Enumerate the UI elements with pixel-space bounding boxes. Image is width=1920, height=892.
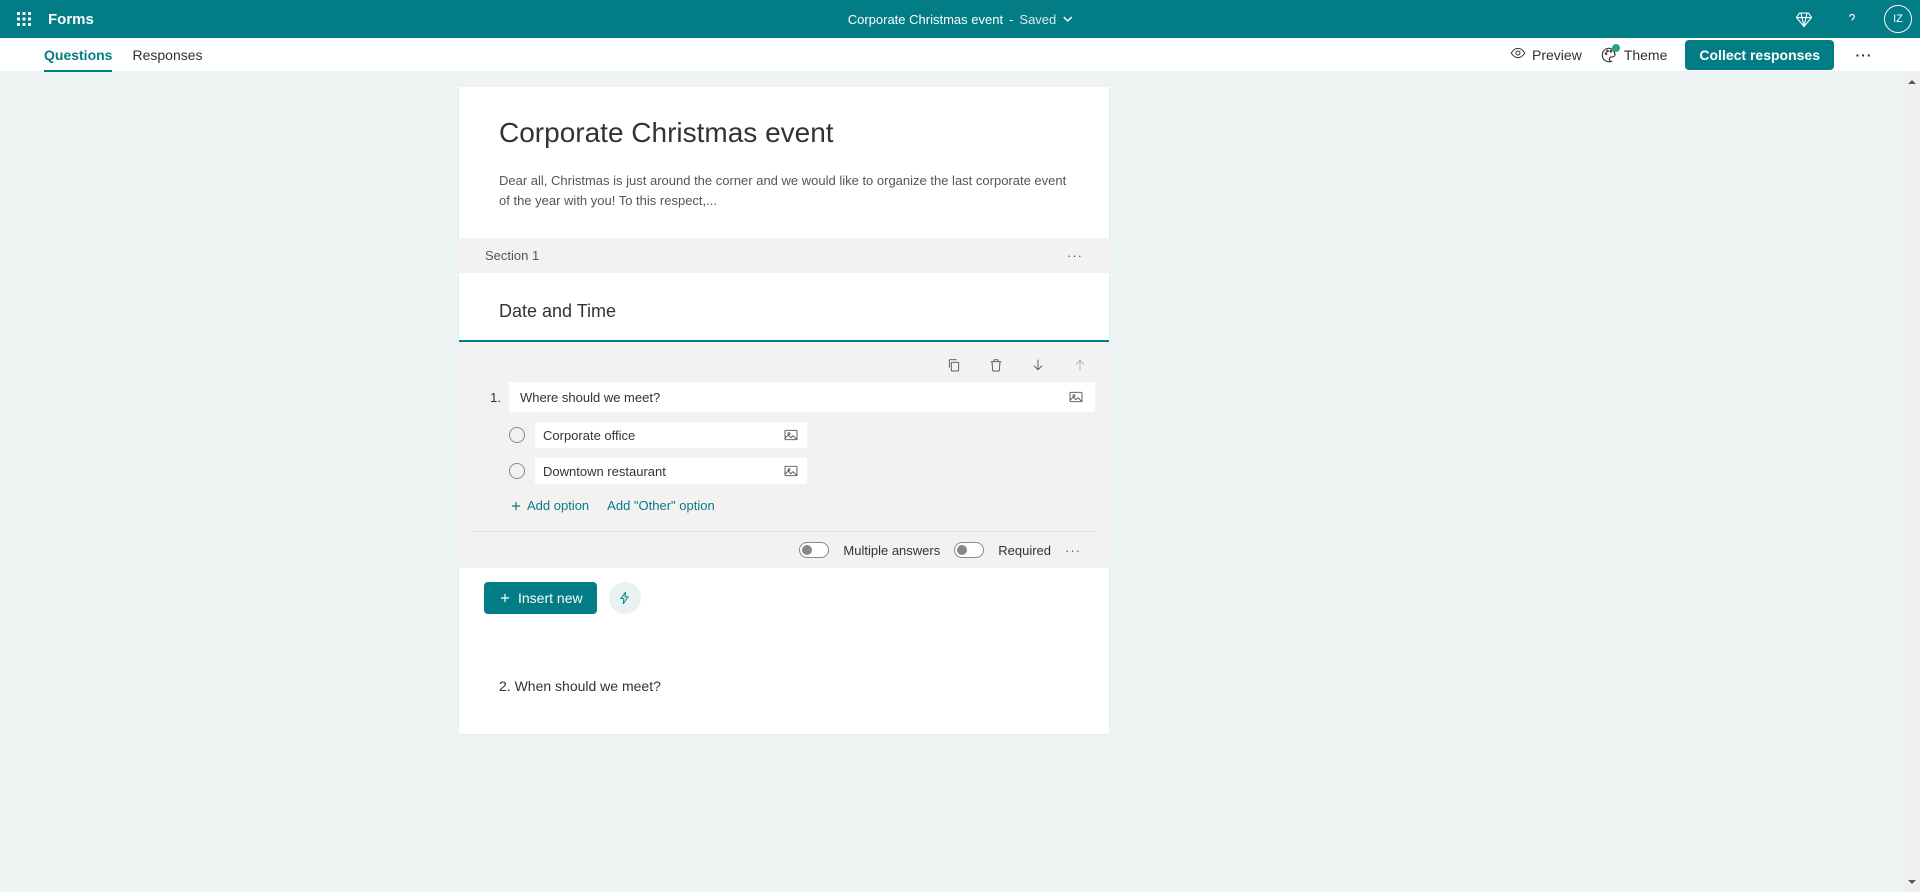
option-row-1: Corporate office — [473, 422, 1095, 458]
option-text: Downtown restaurant — [543, 464, 666, 479]
title-separator: - — [1009, 12, 1013, 27]
option-input-1[interactable]: Corporate office — [535, 422, 807, 448]
multiple-answers-label: Multiple answers — [843, 543, 940, 558]
copy-question-icon[interactable] — [943, 354, 965, 376]
question-number: 1. — [483, 390, 501, 405]
option-row-2: Downtown restaurant — [473, 458, 1095, 494]
app-header: Forms Corporate Christmas event - Saved … — [0, 0, 1920, 38]
theme-label: Theme — [1624, 47, 1668, 63]
required-toggle[interactable] — [954, 542, 984, 558]
option-input-2[interactable]: Downtown restaurant — [535, 458, 807, 484]
chevron-down-icon[interactable] — [1062, 14, 1072, 24]
help-icon[interactable] — [1836, 3, 1868, 35]
section-more-icon[interactable]: ··· — [1067, 248, 1083, 263]
section-header-label: Section 1 — [485, 248, 539, 263]
option-media-icon[interactable] — [783, 427, 799, 443]
delete-question-icon[interactable] — [985, 354, 1007, 376]
save-status: Saved — [1019, 12, 1056, 27]
add-option-button[interactable]: Add option — [509, 498, 589, 513]
radio-icon — [509, 427, 525, 443]
vertical-scrollbar[interactable] — [1903, 71, 1920, 892]
question-more-icon[interactable]: ··· — [1065, 543, 1081, 558]
section-header-bar[interactable]: Section 1 ··· — [459, 238, 1109, 273]
form-title: Corporate Christmas event — [499, 117, 1069, 149]
tab-responses[interactable]: Responses — [132, 38, 202, 71]
move-down-icon[interactable] — [1027, 354, 1049, 376]
question-text-row: 1. Where should we meet? — [473, 382, 1095, 422]
add-option-label: Add option — [527, 498, 589, 513]
form-description: Dear all, Christmas is just around the c… — [499, 171, 1069, 210]
eye-icon — [1510, 45, 1526, 64]
more-commands-icon[interactable]: ··· — [1852, 47, 1876, 63]
section-title: Date and Time — [499, 301, 1069, 322]
form-card: Corporate Christmas event Dear all, Chri… — [459, 87, 1109, 734]
app-name[interactable]: Forms — [48, 11, 94, 28]
scroll-down-icon[interactable] — [1903, 873, 1920, 890]
suggestions-icon[interactable] — [609, 582, 641, 614]
question-text-input[interactable]: Where should we meet? — [509, 382, 1095, 412]
form-header-block[interactable]: Corporate Christmas event Dear all, Chri… — [459, 87, 1109, 238]
main-tabs: Questions Responses — [44, 38, 203, 71]
question-footer: Multiple answers Required ··· — [473, 531, 1095, 568]
add-option-row: Add option Add "Other" option — [473, 494, 1095, 531]
option-text: Corporate office — [543, 428, 635, 443]
tab-questions[interactable]: Questions — [44, 38, 112, 71]
section-title-row[interactable]: Date and Time — [459, 273, 1109, 340]
multiple-answers-toggle[interactable] — [799, 542, 829, 558]
account-avatar[interactable]: IZ — [1884, 5, 1912, 33]
form-canvas: Corporate Christmas event Dear all, Chri… — [0, 71, 1920, 892]
insert-new-button[interactable]: Insert new — [484, 582, 597, 614]
add-other-option-button[interactable]: Add "Other" option — [607, 498, 715, 513]
insert-media-icon[interactable] — [1068, 389, 1084, 405]
theme-button[interactable]: Theme — [1600, 46, 1668, 64]
premium-icon[interactable] — [1788, 3, 1820, 35]
move-up-icon — [1069, 354, 1091, 376]
insert-new-row: Insert new — [459, 568, 1109, 614]
command-bar-right: Preview Theme Collect responses ··· — [1510, 40, 1876, 70]
document-title-area[interactable]: Corporate Christmas event - Saved — [848, 12, 1073, 27]
option-media-icon[interactable] — [783, 463, 799, 479]
theme-icon — [1600, 46, 1618, 64]
question-text: Where should we meet? — [520, 390, 660, 405]
preview-label: Preview — [1532, 47, 1582, 63]
question-card-1: 1. Where should we meet? Corporate offic… — [459, 340, 1109, 568]
required-label: Required — [998, 543, 1051, 558]
scroll-up-icon[interactable] — [1903, 73, 1920, 90]
document-title: Corporate Christmas event — [848, 12, 1003, 27]
question-2-text: When should we meet? — [515, 678, 661, 694]
insert-new-label: Insert new — [518, 590, 583, 606]
app-launcher-icon[interactable] — [8, 3, 40, 35]
preview-button[interactable]: Preview — [1510, 45, 1582, 64]
question-2-number: 2. — [499, 678, 511, 694]
avatar-initials: IZ — [1893, 13, 1903, 25]
command-bar: Questions Responses Preview Theme Collec… — [0, 38, 1920, 71]
question-toolbar — [473, 354, 1095, 382]
question-2-row[interactable]: 2. When should we meet? — [459, 614, 1109, 734]
collect-responses-button[interactable]: Collect responses — [1685, 40, 1834, 70]
radio-icon — [509, 463, 525, 479]
header-right: IZ — [1788, 3, 1912, 35]
